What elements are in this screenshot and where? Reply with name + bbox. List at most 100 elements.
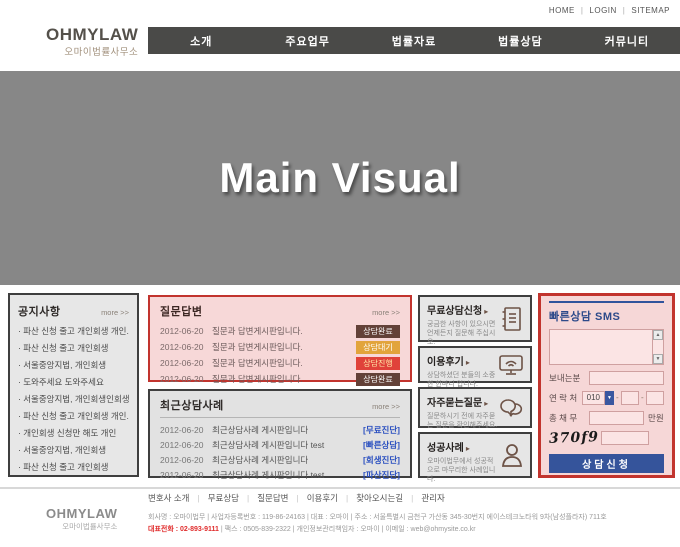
sender-row: 보내는분 — [549, 370, 664, 385]
row-text: 최근상담사례 게시판입니다 — [212, 454, 363, 466]
phone-mid-field[interactable] — [621, 391, 639, 405]
phone-number: 02-893-9111 — [180, 526, 219, 533]
page: HOMELOGINSITEMAP OHMYLAW 오마이법률사무소 소개 주요업… — [0, 0, 680, 547]
logo-subtitle: 오마이법률사무소 — [46, 44, 138, 58]
chevron-down-icon[interactable]: ▼ — [605, 391, 614, 405]
footer-link-free-consult[interactable]: 무료상담 — [208, 493, 258, 503]
quicklink-faq[interactable]: 자주묻는질문▸ 질문하시기 전에 자주묻는 질문을 확인해주세요. — [418, 387, 532, 428]
quicklink-free-consult[interactable]: 무료상담신청▸ 궁금한 사항이 있으시면 언제든지 질문해 주십시오. — [418, 295, 532, 342]
footer-link-admin[interactable]: 관리자 — [421, 493, 444, 503]
main-nav: 소개 주요업무 법률자료 법률상담 커뮤니티 — [148, 27, 680, 54]
list-item[interactable]: 파산 신청 줄고 개인회생 개인.. — [18, 323, 129, 340]
arrow-right-icon: ▸ — [466, 444, 470, 453]
status-badge: 상담완료 — [356, 373, 400, 386]
list-item[interactable]: 개인회생 신청만 해도 개인 — [18, 425, 129, 442]
dash-separator: - — [616, 393, 619, 402]
recent-more-link[interactable]: more >> — [372, 402, 400, 411]
dash-separator: - — [641, 393, 644, 402]
row-text: 질문과 답변게시판입니다. — [212, 341, 356, 353]
scroll-up-icon[interactable]: ▲ — [653, 330, 663, 340]
status-badge: 상담완료 — [356, 325, 400, 338]
footer-link-reviews[interactable]: 이용후기 — [307, 493, 357, 503]
nav-item-resources[interactable]: 법률자료 — [361, 33, 467, 49]
status-badge: 상담대기 — [356, 341, 400, 354]
home-link[interactable]: HOME — [549, 6, 590, 15]
login-link[interactable]: LOGIN — [589, 6, 631, 15]
notice-more-link[interactable]: more >> — [101, 308, 129, 317]
notice-header: 공지사항 more >> — [18, 303, 129, 319]
nav-item-services[interactable]: 주요업무 — [254, 33, 360, 49]
row-date: 2012-06-20 — [160, 374, 212, 384]
utility-bar: HOMELOGINSITEMAP — [549, 6, 670, 15]
debt-field[interactable] — [589, 411, 644, 425]
table-row[interactable]: 2012-06-20 최근상담사례 게시판입니다 test [빠른상담] — [160, 437, 400, 452]
phone-prefix-select[interactable]: 010 — [582, 391, 605, 405]
qna-more-link[interactable]: more >> — [372, 308, 400, 317]
row-date: 2012-06-20 — [160, 425, 212, 435]
phone-row: 연 락 처 010 ▼ - - — [549, 390, 664, 405]
table-row[interactable]: 2012-06-20 최근상담사례 게시판입니다 [회생진단] — [160, 452, 400, 467]
qna-panel: 질문답변 more >> 2012-06-20 질문과 답변게시판입니다. 상담… — [148, 295, 412, 382]
footer-divider — [0, 487, 680, 489]
footer-company-info: 회사명 : 오마이법무 | 사업자등록번호 : 119-86-24163 | 대… — [148, 512, 673, 536]
row-text: 최근상담사례 게시판입니다 — [212, 424, 363, 436]
phone-label: 연 락 처 — [549, 392, 582, 404]
table-row[interactable]: 2012-06-20 질문과 답변게시판입니다. 상담대기 — [160, 339, 400, 355]
list-item[interactable]: 서울중앙지법, 개인회생 — [18, 442, 129, 459]
arrow-right-icon: ▸ — [484, 307, 488, 316]
quicklink-reviews[interactable]: 이용후기▸ 상담하셨던 분들의 소중한 한마디 입니다. — [418, 346, 532, 383]
scrollbar[interactable]: ▲ ▼ — [652, 330, 663, 364]
quicklink-desc: 질문하시기 전에 자주묻는 질문을 확인해주세요. — [427, 412, 499, 430]
quicklink-desc: 오마이법무에서 성공적으로 마무리한 사례입니다. — [427, 457, 499, 484]
table-row[interactable]: 2012-06-20 질문과 답변게시판입니다. 상담완료 — [160, 323, 400, 339]
scroll-down-icon[interactable]: ▼ — [653, 354, 663, 364]
table-row[interactable]: 2012-06-20 질문과 답변게시판입니다. 상담완료 — [160, 371, 400, 387]
notice-title: 공지사항 — [18, 303, 60, 319]
person-icon — [500, 442, 524, 468]
debt-row: 총 채 무 만원 — [549, 410, 664, 425]
row-date: 2012-06-20 — [160, 358, 212, 368]
site-logo[interactable]: OHMYLAW 오마이법률사무소 — [46, 26, 138, 58]
table-row[interactable]: 2012-06-20 최근상담사례 게시판입니다 test [파산진단] — [160, 467, 400, 482]
sender-field[interactable] — [589, 371, 664, 385]
list-item[interactable]: 파산 신청 줄고 개인회생 개인.. — [18, 408, 129, 425]
nav-item-consult[interactable]: 법률상담 — [467, 33, 573, 49]
captcha-image: 370f9 — [549, 429, 602, 447]
sms-consult-panel: 빠른상담 SMS ▲ ▼ 보내는분 연 락 처 010 ▼ - - — [538, 293, 675, 478]
sms-message-textarea[interactable]: ▲ ▼ — [549, 329, 664, 365]
sitemap-link[interactable]: SITEMAP — [631, 6, 670, 15]
footer-logo-title: OHMYLAW — [46, 506, 117, 521]
row-date: 2012-06-20 — [160, 455, 212, 465]
sender-label: 보내는분 — [549, 372, 589, 384]
list-item[interactable]: 서울중앙지법, 개인회생인회생.. — [18, 391, 129, 408]
document-icon — [500, 306, 524, 332]
quicklink-success-cases[interactable]: 성공사례▸ 오마이법무에서 성공적으로 마무리한 사례입니다. — [418, 432, 532, 478]
row-text: 최근상담사례 게시판입니다 test — [212, 469, 363, 481]
table-row[interactable]: 2012-06-20 최근상담사례 게시판입니다 [무료진단] — [160, 422, 400, 437]
phone-last-field[interactable] — [646, 391, 664, 405]
recent-title: 최근상담사례 — [160, 397, 224, 413]
company-info-line2-rest: | 팩스 : 0505-839-2322 | 개인정보관리책임자 : 오마이 |… — [219, 526, 476, 533]
footer-link-qna[interactable]: 질문답변 — [257, 493, 307, 503]
category-tag: [파산진단] — [363, 469, 400, 481]
list-item[interactable]: 서울중앙지법, 개인회생 — [18, 357, 129, 374]
nav-item-intro[interactable]: 소개 — [148, 33, 254, 49]
arrow-right-icon: ▸ — [466, 358, 470, 367]
captcha-field[interactable] — [601, 431, 649, 445]
qna-title: 질문답변 — [160, 303, 202, 319]
list-item[interactable]: 도와주세요 도와주세요 — [18, 374, 129, 391]
nav-item-community[interactable]: 커뮤니티 — [574, 33, 680, 49]
recent-rows: 2012-06-20 최근상담사례 게시판입니다 [무료진단] 2012-06-… — [160, 422, 400, 482]
list-item[interactable]: 파산 신청 줄고 개인회생 — [18, 340, 129, 357]
footer-link-directions[interactable]: 찾아오시는길 — [356, 493, 421, 503]
captcha-row: 370f9 — [549, 429, 664, 447]
monitor-icon — [498, 353, 524, 377]
footer-link-lawyers[interactable]: 변호사 소개 — [148, 493, 208, 503]
consult-submit-button[interactable]: 상담신청 — [549, 454, 664, 473]
list-item[interactable]: 파산 신청 줄고 개인회생 — [18, 459, 129, 476]
table-row[interactable]: 2012-06-20 질문과 답변게시판입니다. 상담진행 — [160, 355, 400, 371]
row-date: 2012-06-20 — [160, 470, 212, 480]
row-date: 2012-06-20 — [160, 326, 212, 336]
row-text: 질문과 답변게시판입니다. — [212, 357, 356, 369]
debt-label: 총 채 무 — [549, 412, 589, 424]
